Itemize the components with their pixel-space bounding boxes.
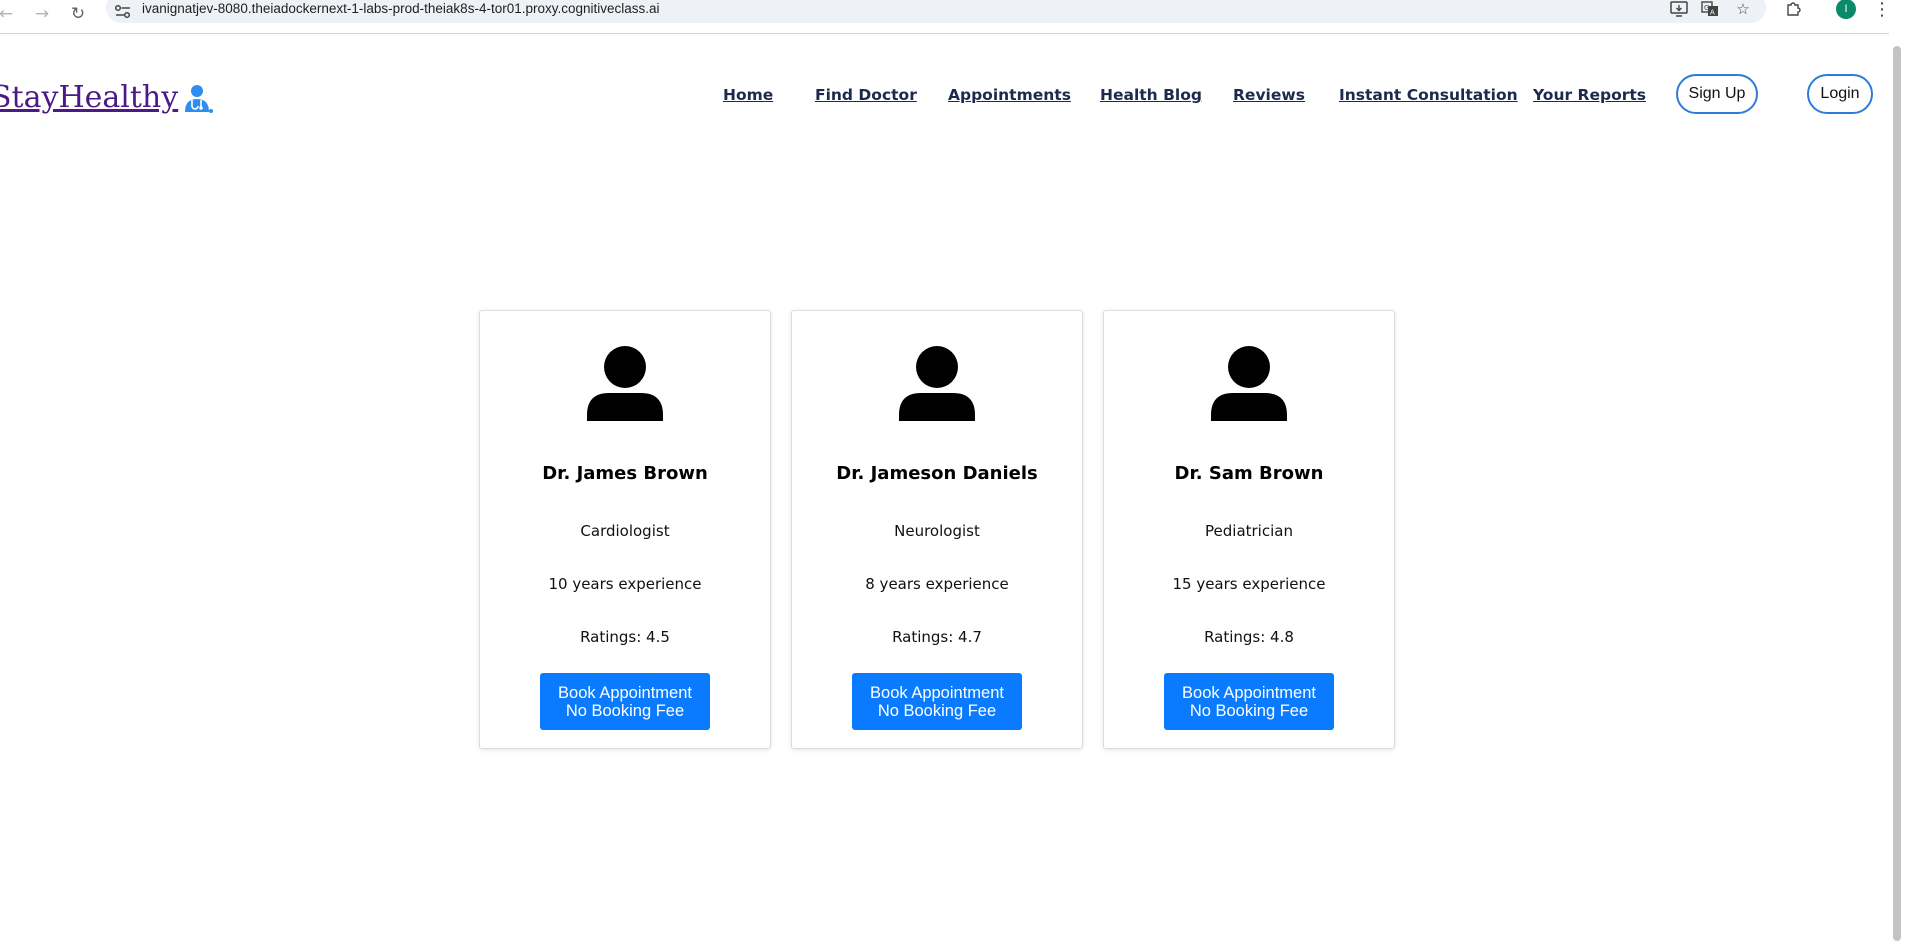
doctor-avatar-icon <box>899 346 975 421</box>
book-appointment-label: Book Appointment <box>870 683 1004 702</box>
doctor-name: Dr. Sam Brown <box>1174 463 1324 484</box>
back-arrow-icon[interactable]: ← <box>0 4 16 24</box>
bookmark-star-icon[interactable]: ☆ <box>1732 0 1754 18</box>
doctor-experience: 15 years experience <box>1172 575 1326 593</box>
book-appointment-label: Book Appointment <box>1182 683 1316 702</box>
doctor-speciality: Pediatrician <box>1205 522 1293 540</box>
translate-icon[interactable]: GA <box>1699 0 1721 18</box>
book-appointment-label: Book Appointment <box>558 683 692 702</box>
site-info-icon[interactable] <box>114 4 132 20</box>
doctor-card: Dr. Sam Brown Pediatrician 15 years expe… <box>1103 310 1395 749</box>
nav-find-doctor-link[interactable]: Find Doctor <box>815 86 917 104</box>
doctor-ratings: Ratings: 4.7 <box>892 628 982 646</box>
brand-name: StayHealthy <box>0 80 179 115</box>
menu-dots-icon[interactable]: ⋮ <box>1873 0 1891 20</box>
doctor-card: Dr. James Brown Cardiologist 10 years ex… <box>479 310 771 749</box>
book-appointment-button[interactable]: Book Appointment No Booking Fee <box>1164 673 1334 730</box>
sign-up-button[interactable]: Sign Up <box>1676 74 1758 114</box>
doctor-speciality: Cardiologist <box>580 522 670 540</box>
login-button[interactable]: Login <box>1807 74 1873 114</box>
nav-appointments-link[interactable]: Appointments <box>948 86 1071 104</box>
url-text[interactable]: ivanignatjev-8080.theiadockernext-1-labs… <box>142 1 660 16</box>
doctor-avatar-icon <box>587 346 663 421</box>
book-appointment-button[interactable]: Book Appointment No Booking Fee <box>540 673 710 730</box>
book-appointment-button[interactable]: Book Appointment No Booking Fee <box>852 673 1022 730</box>
reload-icon[interactable]: ↻ <box>68 4 88 24</box>
doctor-name: Dr. James Brown <box>542 463 708 484</box>
extensions-icon[interactable] <box>1782 0 1804 18</box>
doctor-card: Dr. Jameson Daniels Neurologist 8 years … <box>791 310 1083 749</box>
browser-toolbar: ← → ↻ ivanignatjev-8080.theiadockernext-… <box>0 0 1905 34</box>
svg-text:G: G <box>1704 4 1709 12</box>
install-app-icon[interactable] <box>1668 0 1690 18</box>
nav-instant-consultation-link[interactable]: Instant Consultation <box>1339 86 1518 104</box>
doctor-name: Dr. Jameson Daniels <box>836 463 1038 484</box>
no-booking-fee-label: No Booking Fee <box>877 701 997 720</box>
forward-arrow-icon[interactable]: → <box>32 4 52 24</box>
doctor-ratings: Ratings: 4.5 <box>580 628 670 646</box>
nav-reviews-link[interactable]: Reviews <box>1233 86 1305 104</box>
address-bar[interactable]: ivanignatjev-8080.theiadockernext-1-labs… <box>106 0 1766 23</box>
nav-health-blog-link[interactable]: Health Blog <box>1100 86 1202 104</box>
nav-your-reports-link[interactable]: Your Reports <box>1533 86 1646 104</box>
no-booking-fee-label: No Booking Fee <box>1189 701 1309 720</box>
profile-avatar[interactable]: I <box>1836 0 1856 19</box>
doctor-avatar-icon <box>1211 346 1287 421</box>
doctor-logo-icon <box>185 85 214 113</box>
doctor-experience: 10 years experience <box>548 575 702 593</box>
svg-text:A: A <box>1710 9 1715 17</box>
doctor-experience: 8 years experience <box>865 575 1009 593</box>
nav-home-link[interactable]: Home <box>723 86 773 104</box>
scrollbar-thumb[interactable] <box>1893 46 1901 941</box>
doctor-speciality: Neurologist <box>894 522 980 540</box>
brand-logo-link[interactable]: StayHealthy <box>0 78 214 118</box>
doctor-ratings: Ratings: 4.8 <box>1204 628 1294 646</box>
no-booking-fee-label: No Booking Fee <box>565 701 685 720</box>
